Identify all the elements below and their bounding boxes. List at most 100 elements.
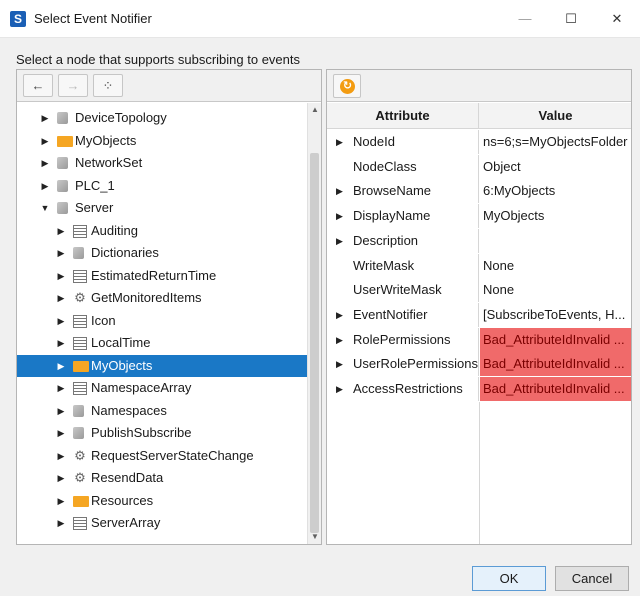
tree-node[interactable]: ▶ Dictionaries: [17, 242, 307, 264]
expand-arrow-icon[interactable]: ▶: [56, 422, 66, 444]
tree-node-label: RequestServerStateChange: [91, 447, 254, 463]
window-title: Select Event Notifier: [34, 11, 152, 26]
tree-node-label: NetworkSet: [75, 155, 143, 170]
attribute-cell: NodeClass: [327, 154, 479, 179]
tree-node-label: EstimatedReturnTime: [91, 267, 217, 283]
expand-arrow-icon[interactable]: ▶: [56, 220, 66, 242]
minimize-button[interactable]: —: [502, 0, 548, 38]
node-tree: ▶ DeviceTopology ▶ MyObjects ▶ NetworkSet ▶ PLC…: [17, 103, 307, 544]
attribute-row[interactable]: ▶ AccessRestrictions Bad_AttributeIdInvali…: [327, 377, 631, 401]
expand-arrow-icon[interactable]: ▶: [56, 287, 66, 309]
attribute-value: None: [483, 282, 515, 298]
attribute-row[interactable]: ▶ DisplayName MyObjects: [327, 204, 631, 229]
attribute-row[interactable]: ▶ BrowseName 6:MyObjects: [327, 179, 631, 204]
attribute-cell: ▶ NodeId: [327, 130, 479, 154]
tree-node-label: DeviceTopology: [75, 110, 167, 125]
tree-node[interactable]: ▶ Namespaces: [17, 400, 307, 422]
expand-arrow-icon[interactable]: ▶: [56, 400, 66, 422]
expand-arrow-icon[interactable]: ▶: [56, 242, 66, 264]
attribute-column-header[interactable]: Attribute: [327, 103, 479, 129]
forward-button[interactable]: →: [58, 74, 88, 97]
attribute-row[interactable]: ▶ Description: [327, 228, 631, 253]
collapse-arrow-icon[interactable]: ▼: [40, 197, 50, 219]
attribute-row[interactable]: ▶ EventNotifier [SubscribeToEvents, H...: [327, 302, 631, 327]
expand-arrow-icon[interactable]: ▶: [336, 179, 343, 203]
tree-node-label: Server: [75, 200, 114, 215]
expand-arrow-icon[interactable]: ▶: [56, 467, 66, 489]
expand-arrow-icon[interactable]: ▶: [40, 152, 50, 174]
cube-icon: [73, 427, 84, 439]
attribute-row[interactable]: NodeClass Object: [327, 154, 631, 179]
attribute-value-error: Bad_AttributeIdInvalid ...: [480, 377, 631, 401]
tree-node[interactable]: ▶ LocalTime: [17, 332, 307, 354]
expand-arrow-icon[interactable]: ▶: [336, 303, 343, 327]
scroll-down-icon[interactable]: ▼: [308, 530, 322, 544]
tree-node[interactable]: ▶ Icon: [17, 310, 307, 332]
tree-node[interactable]: ▼ Server: [17, 197, 307, 219]
expand-arrow-icon[interactable]: ▶: [56, 490, 66, 512]
expand-arrow-icon[interactable]: ▶: [56, 265, 66, 287]
attribute-row[interactable]: ▶ UserRolePermissions Bad_AttributeIdInval…: [327, 352, 631, 377]
tree-node[interactable]: ▶ EstimatedReturnTime: [17, 265, 307, 287]
attribute-name: AccessRestrictions: [353, 381, 463, 396]
expand-arrow-icon[interactable]: ▶: [336, 377, 343, 401]
scroll-thumb[interactable]: [310, 153, 319, 533]
attribute-value: None: [483, 257, 515, 273]
ok-button[interactable]: OK: [472, 566, 546, 591]
tree-node[interactable]: ▶ Resources: [17, 490, 307, 512]
close-button[interactable]: ✕: [594, 0, 640, 38]
expand-arrow-icon[interactable]: ▶: [56, 310, 66, 332]
gear-icon: ⚙: [74, 447, 86, 463]
cancel-button[interactable]: Cancel: [555, 566, 629, 591]
tree-toolbar: ← → ⁘: [17, 70, 321, 102]
attribute-row[interactable]: ▶ RolePermissions Bad_AttributeIdInvalid .…: [327, 327, 631, 352]
tree-node[interactable]: ▶ ServerArray: [17, 512, 307, 534]
list-icon: [73, 269, 87, 283]
expand-arrow-icon[interactable]: ▶: [56, 512, 66, 534]
expand-arrow-icon[interactable]: ▶: [336, 229, 343, 253]
value-column-header[interactable]: Value: [480, 103, 631, 129]
tree-node[interactable]: ▶ ⚙ ResendData: [17, 467, 307, 489]
tree-node[interactable]: ▶ NamespaceArray: [17, 377, 307, 399]
expand-arrow-icon[interactable]: ▶: [56, 377, 66, 399]
maximize-button[interactable]: ☐: [548, 0, 594, 38]
tree-node-label: MyObjects: [75, 132, 137, 148]
attribute-value: ns=6;s=MyObjectsFolder: [483, 134, 628, 149]
expand-arrow-icon[interactable]: ▶: [56, 355, 66, 377]
tree-node-label: ServerArray: [91, 515, 161, 530]
attribute-cell: WriteMask: [327, 253, 479, 278]
attribute-row[interactable]: ▶ NodeId ns=6;s=MyObjectsFolder: [327, 130, 631, 154]
attribute-cell: ▶ BrowseName: [327, 179, 479, 204]
tree-scrollbar[interactable]: ▲ ▼: [307, 103, 321, 544]
list-icon: [73, 314, 87, 328]
refresh-button[interactable]: ↻: [333, 74, 361, 98]
scroll-up-icon[interactable]: ▲: [308, 103, 322, 117]
tree-node[interactable]: ▶ Auditing: [17, 220, 307, 242]
expand-arrow-icon[interactable]: ▶: [56, 445, 66, 467]
back-button[interactable]: ←: [23, 74, 53, 97]
expand-arrow-icon[interactable]: ▶: [40, 107, 50, 129]
tree-node[interactable]: ▶ PLC_1: [17, 175, 307, 197]
expand-arrow-icon[interactable]: ▶: [336, 328, 343, 352]
tree-node[interactable]: ▶ PublishSubscribe: [17, 422, 307, 444]
expand-arrow-icon[interactable]: ▶: [56, 332, 66, 354]
tree-node-label: GetMonitoredItems: [91, 290, 202, 305]
title-bar: S Select Event Notifier — ☐ ✕: [0, 0, 640, 38]
expand-arrow-icon[interactable]: ▶: [40, 130, 50, 152]
attribute-value: [SubscribeToEvents, H...: [483, 306, 626, 322]
tree-node[interactable]: ▶ ⚙ RequestServerStateChange: [17, 445, 307, 467]
tree-node[interactable]: ▶ NetworkSet: [17, 152, 307, 174]
tree-node[interactable]: ▶ MyObjects: [17, 130, 307, 152]
attribute-name: UserWriteMask: [353, 282, 442, 298]
attribute-row[interactable]: WriteMask None: [327, 253, 631, 278]
expand-arrow-icon[interactable]: ▶: [40, 175, 50, 197]
expand-arrow-icon[interactable]: ▶: [336, 204, 343, 228]
tree-node[interactable]: ▶ ⚙ GetMonitoredItems: [17, 287, 307, 309]
expand-arrow-icon[interactable]: ▶: [336, 352, 343, 376]
hierarchy-button[interactable]: ⁘: [93, 74, 123, 97]
tree-node[interactable]: ▶ DeviceTopology: [17, 107, 307, 129]
attributes-toolbar: ↻: [327, 70, 631, 102]
attribute-row[interactable]: UserWriteMask None: [327, 278, 631, 303]
expand-arrow-icon[interactable]: ▶: [336, 130, 343, 154]
tree-node[interactable]: ▶ MyObjects: [17, 354, 307, 377]
